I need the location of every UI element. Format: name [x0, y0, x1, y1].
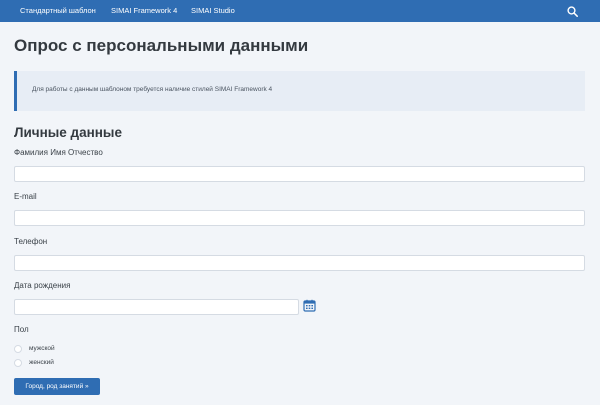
nav-item-simai-studio[interactable]: SIMAI Studio — [191, 0, 235, 22]
nav-item-standard-template[interactable]: Стандартный шаблон — [20, 0, 96, 22]
notice-text: Для работы с данным шаблоном требуется н… — [32, 86, 273, 93]
page-title: Опрос с персональными данными — [14, 36, 309, 55]
email-input[interactable] — [14, 210, 585, 226]
birthdate-input[interactable] — [14, 299, 299, 315]
radio-male[interactable] — [14, 344, 22, 353]
search-icon — [566, 5, 578, 17]
top-navbar: Стандартный шаблон SIMAI Framework 4 SIM… — [0, 0, 600, 22]
phone-label: Телефон — [14, 237, 48, 246]
nav-item-simai-framework[interactable]: SIMAI Framework 4 — [111, 0, 177, 22]
fio-label: Фамилия Имя Отчество — [14, 148, 103, 157]
calendar-button[interactable] — [302, 298, 316, 313]
email-label: E-mail — [14, 192, 37, 201]
notice-box: Для работы с данным шаблоном требуется н… — [14, 71, 585, 111]
gender-label: Пол — [14, 325, 29, 334]
next-step-button[interactable]: Город, род занятий » — [14, 378, 100, 395]
radio-female[interactable] — [14, 358, 22, 367]
search-button[interactable] — [565, 4, 579, 18]
fio-input[interactable] — [14, 166, 585, 182]
gender-option-male[interactable]: мужской — [14, 343, 55, 354]
phone-input[interactable] — [14, 255, 585, 271]
calendar-icon — [302, 299, 316, 312]
section-title-personal-data: Личные данные — [14, 125, 122, 140]
birthdate-label: Дата рождения — [14, 281, 71, 290]
radio-label-female: женский — [29, 359, 54, 366]
radio-label-male: мужской — [29, 345, 55, 352]
gender-option-female[interactable]: женский — [14, 357, 54, 368]
